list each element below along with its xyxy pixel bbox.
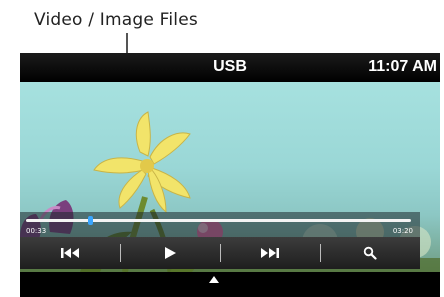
play-button[interactable]	[120, 237, 220, 269]
expand-arrow-icon[interactable]	[209, 276, 219, 283]
previous-track-button[interactable]	[20, 237, 120, 269]
seek-thumb[interactable]	[87, 216, 93, 225]
bottom-bar	[0, 270, 444, 297]
status-bar: USB 11:07 AM	[20, 53, 440, 82]
control-button-bar	[20, 237, 420, 269]
next-track-icon	[261, 248, 279, 258]
search-icon	[363, 246, 377, 260]
seek-panel: 00:33 03:20	[20, 212, 420, 237]
next-track-button[interactable]	[220, 237, 320, 269]
elapsed-time: 00:33	[26, 227, 47, 235]
clock: 11:07 AM	[368, 58, 437, 75]
playback-controls: 00:33 03:20	[20, 212, 420, 269]
seek-bar[interactable]	[26, 216, 411, 225]
callout-label: Video / Image Files	[34, 10, 198, 30]
search-button[interactable]	[320, 237, 420, 269]
previous-track-icon	[61, 248, 79, 258]
total-time: 03:20	[392, 227, 413, 235]
play-icon	[165, 247, 176, 259]
